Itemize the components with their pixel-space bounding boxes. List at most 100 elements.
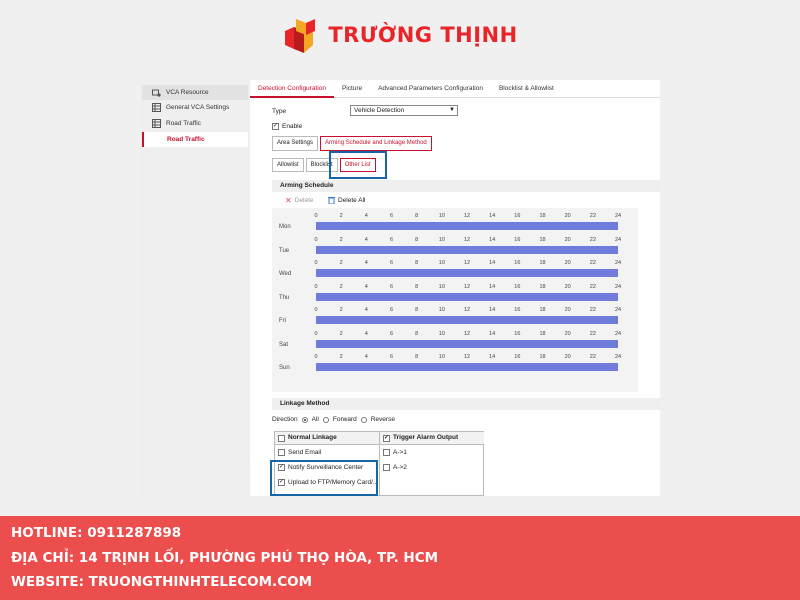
delete-all-button[interactable]: Delete All <box>328 196 365 204</box>
enable-label: Enable <box>282 123 303 130</box>
alarm-output-row[interactable]: A->1 <box>380 445 484 460</box>
sidebar-item-road-traffic[interactable]: Road Traffic <box>142 132 248 147</box>
sidebar-item-road-traffic-group[interactable]: Road Traffic <box>142 116 248 131</box>
hour-tick-label: 14 <box>489 236 496 243</box>
alarm-output-row[interactable]: A->2 <box>380 460 484 475</box>
hour-tick-label: 10 <box>438 354 445 360</box>
direction-option-label: Forward <box>332 416 357 423</box>
hour-tick-label: 16 <box>514 330 521 337</box>
schedule-row-mon[interactable]: 0 2 4 6 8 10 12 14 16 18 20 22 24 Mon <box>272 212 638 235</box>
tab-detection-configuration[interactable]: Detection Configuration <box>250 80 334 98</box>
hour-tick-label: 20 <box>564 260 571 266</box>
hour-tick-label: 8 <box>415 307 419 313</box>
hour-tick-label: 12 <box>463 283 471 290</box>
schedule-row-sat[interactable]: 0 2 4 6 8 10 12 14 16 18 20 22 24 Sat <box>272 330 638 353</box>
sidebar-item-general-vca-settings[interactable]: General VCA Settings <box>142 100 248 115</box>
hour-tick-label: 14 <box>489 354 496 360</box>
hour-tick-label: 0 <box>314 307 318 313</box>
normal-linkage-checkbox[interactable] <box>278 434 285 442</box>
send-email-checkbox[interactable] <box>278 449 285 456</box>
hour-tick-label: 20 <box>564 283 571 290</box>
tab-allowlist[interactable]: Allowlist <box>272 158 304 172</box>
schedule-bar[interactable] <box>316 339 618 348</box>
hour-tick-label: 22 <box>589 354 596 360</box>
hour-tick-label: 16 <box>514 354 521 360</box>
hour-tick-label: 2 <box>339 330 343 337</box>
hour-tick-label: 14 <box>489 260 496 266</box>
alarm-output-1-checkbox[interactable] <box>383 449 390 456</box>
schedule-bar[interactable] <box>316 245 618 254</box>
camera-config-screenshot: VCA Resource General VCA Settings Road T… <box>140 80 660 496</box>
hour-tick-label: 18 <box>539 236 546 243</box>
hour-tick-label: 6 <box>389 330 394 337</box>
linkage-method-header: Linkage Method <box>272 398 660 410</box>
config-subtabs: Area Settings Arming Schedule and Linkag… <box>272 136 434 151</box>
hour-tick-label: 18 <box>539 354 546 360</box>
hour-tick-label: 4 <box>364 354 368 360</box>
hour-tick-label: 8 <box>415 283 419 290</box>
hour-tick-label: 16 <box>514 307 521 313</box>
trigger-alarm-checkbox[interactable]: ✓ <box>383 434 390 442</box>
trash-icon <box>328 197 335 204</box>
schedule-bar[interactable] <box>316 292 618 301</box>
schedule-row-wed[interactable]: 0 2 4 6 8 10 12 14 16 18 20 22 24 Wed <box>272 259 638 282</box>
sidebar-item-vca-resource[interactable]: VCA Resource <box>142 85 248 100</box>
type-select[interactable]: Vehicle Detection ▼ <box>350 105 458 116</box>
hour-tick-label: 22 <box>589 236 596 243</box>
hour-tick-label: 18 <box>539 283 546 290</box>
tab-picture[interactable]: Picture <box>334 80 370 98</box>
hour-tick-label: 6 <box>389 213 394 219</box>
direction-option-label: Reverse <box>370 416 395 423</box>
send-email-row[interactable]: Send Email <box>275 445 379 460</box>
schedule-grid[interactable]: 0 2 4 6 8 10 12 14 16 18 20 22 24 Mon 0 2 4 6 8 10 12 14 16 18 2… <box>272 208 638 392</box>
hour-tick-label: 24 <box>614 354 622 360</box>
schedule-row-sun[interactable]: 0 2 4 6 8 10 12 14 16 18 20 22 24 Sun <box>272 353 638 376</box>
tab-advanced-parameters[interactable]: Advanced Parameters Configuration <box>370 80 491 98</box>
hour-tick-label: 4 <box>364 260 368 266</box>
type-select-value: Vehicle Detection <box>354 107 405 114</box>
direction-reverse-radio[interactable] <box>360 416 367 423</box>
hour-tick-label: 4 <box>364 330 368 337</box>
normal-linkage-header[interactable]: Normal Linkage <box>275 432 379 445</box>
schedule-bar[interactable] <box>316 363 618 371</box>
schedule-bar[interactable] <box>316 269 618 277</box>
sidebar-item-label: Road Traffic <box>167 136 205 143</box>
alarm-output-2-checkbox[interactable] <box>383 464 390 471</box>
hour-tick-label: 10 <box>438 236 445 243</box>
hour-tick-label: 14 <box>489 330 496 337</box>
hour-tick-label: 4 <box>364 307 368 313</box>
schedule-row-fri[interactable]: 0 2 4 6 8 10 12 14 16 18 20 22 24 Fri <box>272 306 638 329</box>
hour-tick-label: 8 <box>415 354 419 360</box>
hour-tick-label: 8 <box>415 213 419 219</box>
hour-tick-label: 14 <box>489 307 496 313</box>
delete-label: Delete <box>294 197 314 204</box>
enable-row: ✓ Enable <box>272 123 302 130</box>
hour-tick-label: 18 <box>539 330 546 337</box>
hour-tick-label: 22 <box>589 260 596 266</box>
hour-tick-label: 0 <box>314 236 318 243</box>
hour-tick-label: 2 <box>339 236 343 243</box>
hour-tick-label: 12 <box>463 260 471 266</box>
type-label: Type <box>272 108 287 115</box>
delete-button[interactable]: ✕ Delete <box>285 196 314 205</box>
trigger-alarm-header[interactable]: ✓ Trigger Alarm Output <box>380 432 484 445</box>
tab-area-settings[interactable]: Area Settings <box>272 136 319 151</box>
direction-forward-radio[interactable] <box>322 416 329 423</box>
tab-blocklist-allowlist[interactable]: Blocklist & Allowlist <box>491 80 562 98</box>
schedule-row-tue[interactable]: 0 2 4 6 8 10 12 14 16 18 20 22 24 Tue <box>272 236 638 259</box>
hour-tick-label: 14 <box>489 283 496 290</box>
schedule-bar[interactable] <box>316 222 618 230</box>
hour-tick-label: 2 <box>339 260 343 266</box>
website-text: WEBSITE: TRUONGTHINHTELECOM.COM <box>11 574 313 590</box>
delete-all-label: Delete All <box>338 196 366 204</box>
enable-checkbox[interactable]: ✓ <box>272 123 279 130</box>
hour-tick-label: 10 <box>438 213 445 219</box>
hour-tick-label: 6 <box>389 307 394 313</box>
tab-arming-schedule-linkage[interactable]: Arming Schedule and Linkage Method <box>320 136 432 151</box>
highlight-box-other-list <box>329 151 387 179</box>
schedule-row-thu[interactable]: 0 2 4 6 8 10 12 14 16 18 20 22 24 Thu <box>272 283 638 306</box>
day-label: Thu <box>279 294 290 301</box>
direction-all-radio[interactable] <box>301 416 308 423</box>
hour-tick-label: 20 <box>564 236 571 243</box>
schedule-bar[interactable] <box>316 316 618 324</box>
